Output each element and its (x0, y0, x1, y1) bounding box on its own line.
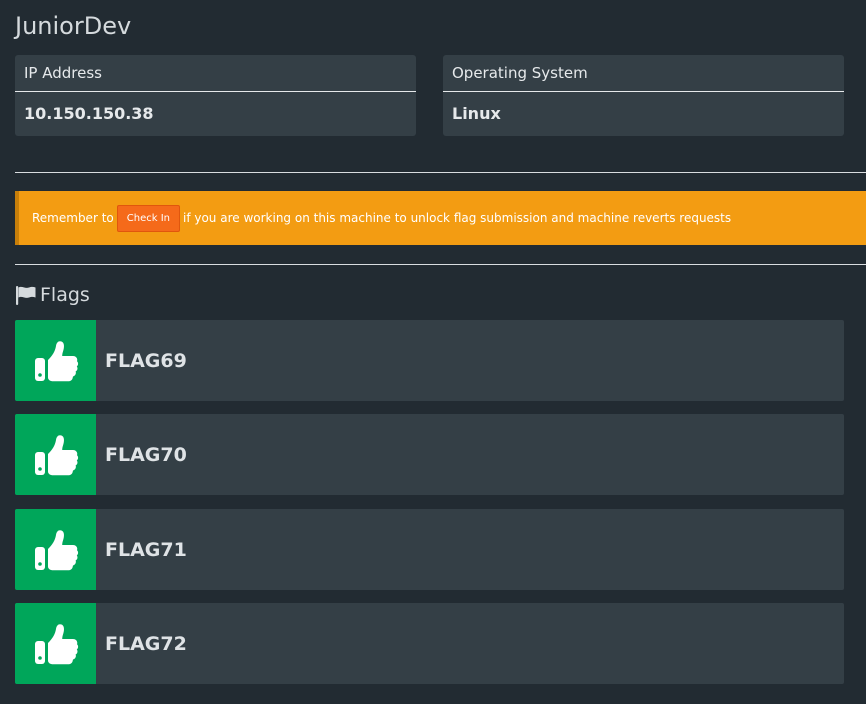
flag-card: FLAG72 (15, 603, 844, 684)
flag-card: FLAG69 (15, 320, 844, 401)
operating-system-box: Operating System Linux (443, 55, 844, 136)
alert-suffix-text: if you are working on this machine to un… (182, 211, 732, 225)
flag-icon (16, 286, 36, 305)
flag-card: FLAG71 (15, 509, 844, 590)
flag-status-box (15, 320, 96, 401)
flag-name: FLAG69 (105, 349, 187, 372)
flag-name: FLAG70 (105, 443, 187, 466)
flag-name: FLAG72 (105, 632, 187, 655)
flag-name: FLAG71 (105, 538, 187, 561)
divider (15, 172, 866, 173)
flag-status-box (15, 509, 96, 590)
page-title: JuniorDev (15, 12, 132, 40)
ip-address-value: 10.150.150.38 (24, 104, 154, 123)
flag-status-box (15, 414, 96, 495)
flag-status-box (15, 603, 96, 684)
thumbs-up-icon (34, 623, 78, 664)
flags-heading-label: Flags (40, 284, 90, 306)
ip-address-box: IP Address 10.150.150.38 (15, 55, 416, 136)
thumbs-up-icon (34, 529, 78, 570)
operating-system-value: Linux (452, 104, 501, 123)
flags-heading: Flags (15, 283, 90, 307)
thumbs-up-icon (34, 340, 78, 381)
operating-system-label: Operating System (443, 55, 844, 92)
thumbs-up-icon (34, 434, 78, 475)
alert-prefix-text: Remember to (32, 211, 114, 225)
check-in-button[interactable]: Check In (116, 204, 180, 232)
flag-card: FLAG70 (15, 414, 844, 495)
check-in-alert: Remember to Check In if you are working … (15, 191, 866, 245)
ip-address-label: IP Address (15, 55, 416, 92)
divider (15, 264, 866, 265)
